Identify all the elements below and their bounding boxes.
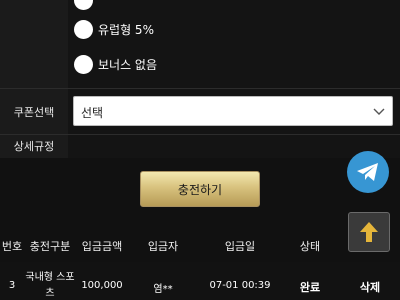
header-no: 번호 [1, 240, 23, 253]
coupon-select[interactable]: 선택 [73, 96, 393, 126]
bonus-option-partial[interactable] [74, 0, 93, 10]
header-status: 상태 [299, 240, 321, 253]
header-date: 입금일 [224, 240, 256, 253]
chevron-down-icon [373, 108, 385, 115]
arrow-up-icon [360, 222, 378, 242]
scroll-top-button[interactable] [348, 212, 390, 252]
detail-rules-label: 상세규정 [13, 140, 55, 153]
header-amount: 입금금액 [81, 240, 123, 253]
bonus-option-none[interactable]: 보너스 없음 [74, 55, 157, 74]
header-type: 충전구분 [29, 240, 71, 253]
cell-no: 3 [8, 280, 16, 291]
delete-button[interactable]: 삭제 [360, 279, 380, 295]
cell-date: 07-01 00:39 [209, 280, 271, 291]
charge-button[interactable]: 충전하기 [140, 171, 260, 207]
divider [0, 134, 400, 135]
cell-status: 완료 [299, 281, 321, 294]
radio-button[interactable] [74, 20, 93, 39]
radio-button[interactable] [74, 0, 93, 10]
cell-depositor: 염** [153, 284, 173, 295]
telegram-button[interactable] [347, 151, 389, 193]
coupon-label: 쿠폰선택 [13, 106, 55, 119]
cell-type-continued: 츠 [45, 288, 55, 299]
bonus-option-label: 보너스 없음 [98, 58, 158, 72]
telegram-icon [357, 163, 378, 181]
divider [0, 88, 400, 89]
bonus-option-label: 유럽형 5% [98, 23, 154, 37]
header-depositor: 입금자 [147, 240, 179, 253]
cell-amount: 100,000 [81, 280, 123, 291]
bonus-option-europe[interactable]: 유럽형 5% [74, 20, 154, 39]
radio-button[interactable] [74, 55, 93, 74]
coupon-select-value: 선택 [81, 106, 104, 120]
cell-type: 국내형 스포 [25, 272, 75, 283]
charge-form: 유럽형 5% 보너스 없음 쿠폰선택 선택 상세규정 [0, 0, 400, 158]
